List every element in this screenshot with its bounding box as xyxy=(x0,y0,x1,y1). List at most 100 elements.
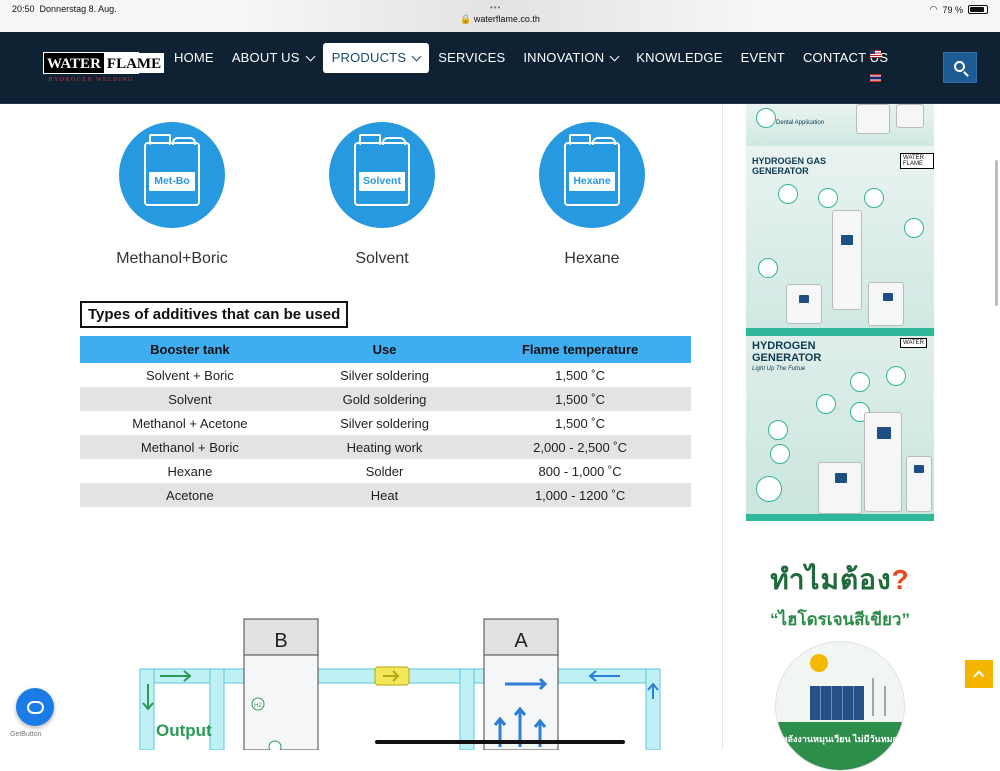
feature-badge-icon xyxy=(770,444,790,464)
feature-badge-icon xyxy=(818,188,838,208)
banner-subtitle: Light Up The Futrue xyxy=(752,366,806,372)
canister-label: Hexane xyxy=(569,172,615,191)
mini-logo: WATER FLAME xyxy=(900,153,934,169)
table-title: Types of additives that can be used xyxy=(80,301,349,328)
cell-booster: Solvent xyxy=(80,387,300,411)
feature-badge-icon xyxy=(778,184,798,204)
cell-booster: Acetone xyxy=(80,483,300,507)
cell-temperature: 1,000 - 1200 ˚C xyxy=(469,483,691,507)
site-logo[interactable]: WATER FLAME HYDROGEN WELDING xyxy=(43,52,165,86)
header-use: Use xyxy=(299,336,470,363)
main-menu: HOME ABOUT US PRODUCTS SERVICES INNOVATI… xyxy=(165,43,897,73)
scroll-to-top-button[interactable] xyxy=(965,660,993,688)
header-flame-temperature: Flame temperature xyxy=(469,336,691,363)
h2-bubble-label: H2 xyxy=(254,703,262,709)
canister-label: Met-Bo xyxy=(149,172,195,191)
home-indicator[interactable] xyxy=(375,740,625,744)
wind-turbine-icon xyxy=(872,678,874,716)
table-row: Hexane Solder 800 - 1,000 ˚C xyxy=(80,459,691,483)
english-flag-icon[interactable] xyxy=(870,50,881,58)
nav-about-us[interactable]: ABOUT US xyxy=(223,43,323,73)
getbutton-label: GetButton xyxy=(10,731,42,738)
promo-question: ทำไมต้อง? xyxy=(770,564,910,595)
feature-badge-icon xyxy=(904,218,924,238)
address-bar[interactable]: 🔒 waterflame.co.th xyxy=(0,14,1000,25)
thai-flag-icon[interactable] xyxy=(870,74,881,82)
banner-hydrogen-generator[interactable]: HYDROGEN GENERATOR Light Up The Futrue W… xyxy=(746,336,934,521)
feature-badge-icon xyxy=(864,188,884,208)
sun-icon xyxy=(810,654,828,672)
additive-card-metbo: Met-Bo Methanol+Boric xyxy=(92,122,252,268)
canister-icon: Hexane xyxy=(539,122,645,228)
header-booster-tank: Booster tank xyxy=(80,336,300,363)
tank-b-label: B xyxy=(274,630,287,652)
sidebar-ads: Dental Application HYDROGEN GAS GENERATO… xyxy=(746,104,934,521)
content-divider xyxy=(722,104,723,750)
chat-icon xyxy=(26,700,44,714)
generator-image xyxy=(818,462,862,514)
feature-badge-icon xyxy=(886,366,906,386)
nav-products[interactable]: PRODUCTS xyxy=(322,43,430,73)
additives-table: Booster tank Use Flame temperature Solve… xyxy=(80,336,691,507)
logo-water: WATER xyxy=(44,53,104,73)
cell-booster: Solvent + Boric xyxy=(145,367,234,383)
additive-name: Methanol+Boric xyxy=(116,250,228,267)
cell-use: Heating work xyxy=(299,435,470,459)
chevron-down-icon xyxy=(411,51,422,61)
generator-image xyxy=(896,104,924,128)
additive-card-solvent: Solvent Solvent xyxy=(302,122,462,268)
chevron-up-icon xyxy=(973,670,985,682)
wifi-icon: ◠ xyxy=(929,4,938,14)
chevron-down-icon xyxy=(609,51,620,61)
tab-dots[interactable]: ••• xyxy=(490,3,501,12)
canister-icon: Met-Bo xyxy=(119,122,225,228)
check-valve-icon xyxy=(374,666,410,686)
promo-band-text: พลังงานหมุนเวียน ไม่มีวันหมด xyxy=(776,722,904,770)
table-header-row: Booster tank Use Flame temperature xyxy=(80,336,691,363)
additive-card-hexane: Hexane Hexane xyxy=(512,122,672,268)
output-label: Output xyxy=(156,721,212,740)
logo-flame: FLAME xyxy=(103,53,165,73)
booster-tank-diagram: B H2 A Output xyxy=(139,618,661,750)
table-row: Solvent + Boric Silver soldering 1,500 ˚C xyxy=(80,363,691,387)
banner-strip xyxy=(746,328,934,336)
cell-booster: Methanol + Boric xyxy=(80,435,300,459)
table-row: Acetone Heat 1,000 - 1200 ˚C xyxy=(80,483,691,507)
nav-contact-us[interactable]: CONTACT US xyxy=(794,43,897,73)
banner-strip xyxy=(746,514,934,521)
feature-badge-icon xyxy=(816,394,836,414)
cell-use: Heat xyxy=(299,483,470,507)
generator-image xyxy=(868,282,904,326)
cell-temperature: 2,000 - 2,500 ˚C xyxy=(469,435,691,459)
cell-temperature: 1,500 ˚C xyxy=(555,367,606,383)
search-button[interactable] xyxy=(943,52,977,83)
battery-icon xyxy=(968,5,988,14)
renewable-energy-illustration: พลังงานหมุนเวียน ไม่มีวันหมด xyxy=(775,641,905,771)
generator-image xyxy=(786,284,822,324)
banner-hydrogen-gas-generator[interactable]: HYDROGEN GAS GENERATOR WATER FLAME xyxy=(746,146,934,336)
tank-a: A xyxy=(483,618,559,750)
banner-dental-application[interactable]: Dental Application xyxy=(746,104,934,146)
page-scrollbar[interactable] xyxy=(995,160,998,306)
generator-image xyxy=(864,412,902,512)
chat-widget-button[interactable] xyxy=(16,688,54,726)
cell-use: Solder xyxy=(365,463,404,479)
status-time-date: 20:50 Donnerstag 8. Aug. xyxy=(12,4,117,14)
nav-knowledge[interactable]: KNOWLEDGE xyxy=(627,43,731,73)
table-row: Methanol + Boric Heating work 2,000 - 2,50… xyxy=(80,435,691,459)
logo-tagline: HYDROGEN WELDING xyxy=(48,77,134,83)
green-hydrogen-promo[interactable]: ทำไมต้อง? “ไฮโดรเจนสีเขียว” พลังงานหมุนเ… xyxy=(746,550,934,771)
banner-title: HYDROGEN GAS GENERATOR xyxy=(752,156,827,176)
nav-innovation[interactable]: INNOVATION xyxy=(514,43,627,73)
nav-event[interactable]: EVENT xyxy=(732,43,794,73)
banner-dental-label: Dental Application xyxy=(776,120,825,126)
cell-use: Gold soldering xyxy=(299,387,470,411)
wind-turbine-icon xyxy=(884,686,886,716)
nav-home[interactable]: HOME xyxy=(165,43,223,73)
cell-booster: Hexane xyxy=(167,463,213,479)
nav-services[interactable]: SERVICES xyxy=(429,43,514,73)
feature-badge-icon xyxy=(758,258,778,278)
generator-image xyxy=(856,104,890,134)
tank-a-label: A xyxy=(514,630,528,652)
cell-temperature: 1,500 ˚C xyxy=(555,415,606,431)
